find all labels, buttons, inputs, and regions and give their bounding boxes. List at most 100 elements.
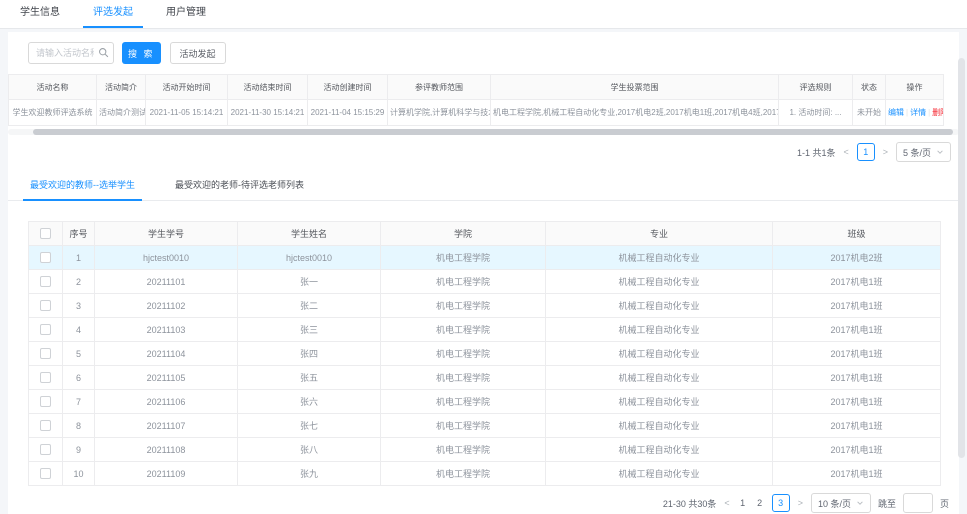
vertical-scrollbar-thumb[interactable] bbox=[958, 58, 965, 458]
cell-class: 2017机电1班 bbox=[773, 390, 941, 414]
tab-elect-students[interactable]: 最受欢迎的教师--选举学生 bbox=[23, 170, 142, 201]
student-table-row[interactable]: 1 hjctest0010 hjctest0010 机电工程学院 机械工程自动化… bbox=[29, 246, 941, 270]
jump-to-label: 跳至 bbox=[878, 497, 896, 510]
page-number-1[interactable]: 1 bbox=[738, 498, 748, 508]
content-card: 搜 索 活动发起 活动名称 活动简介 活动开始时间 活动结束时间 活动创建时间 … bbox=[8, 32, 959, 514]
row-checkbox[interactable] bbox=[40, 324, 51, 335]
page-number-3[interactable]: 3 bbox=[772, 494, 790, 512]
action-separator: | bbox=[906, 108, 908, 117]
cell-college: 机电工程学院 bbox=[381, 390, 546, 414]
tab-candidate-teachers[interactable]: 最受欢迎的老师-待评选老师列表 bbox=[168, 170, 311, 201]
col-student-name: 学生姓名 bbox=[238, 222, 381, 246]
activity-total-text: 1-1 共1条 bbox=[797, 146, 836, 159]
student-table-row[interactable]: 2 20211101 张一 机电工程学院 机械工程自动化专业 2017机电1班 bbox=[29, 270, 941, 294]
cell-checkbox bbox=[29, 318, 63, 342]
next-page-icon[interactable]: > bbox=[797, 498, 804, 508]
cell-major: 机械工程自动化专业 bbox=[546, 438, 773, 462]
activity-row[interactable]: 学生欢迎教师评选系统 活动简介测试 2021-11-05 15:14:21 20… bbox=[9, 100, 944, 126]
cell-seq: 4 bbox=[63, 318, 95, 342]
next-page-icon[interactable]: > bbox=[882, 147, 889, 157]
cell-class: 2017机电1班 bbox=[773, 270, 941, 294]
action-separator: | bbox=[928, 108, 930, 117]
cell-seq: 5 bbox=[63, 342, 95, 366]
prev-page-icon[interactable]: < bbox=[723, 498, 730, 508]
select-all-checkbox[interactable] bbox=[40, 228, 51, 239]
tab-user-management[interactable]: 用户管理 bbox=[156, 0, 216, 28]
col-teacher-scope: 参评教师范围 bbox=[388, 75, 491, 100]
row-checkbox[interactable] bbox=[40, 300, 51, 311]
cell-student-name: 张五 bbox=[238, 366, 381, 390]
col-status: 状态 bbox=[853, 75, 886, 100]
activity-pagination: 1-1 共1条 < 1 > 5 条/页 bbox=[8, 142, 951, 162]
student-table-row[interactable]: 7 20211106 张六 机电工程学院 机械工程自动化专业 2017机电1班 bbox=[29, 390, 941, 414]
cell-major: 机械工程自动化专业 bbox=[546, 366, 773, 390]
row-checkbox[interactable] bbox=[40, 396, 51, 407]
student-table-row[interactable]: 5 20211104 张四 机电工程学院 机械工程自动化专业 2017机电1班 bbox=[29, 342, 941, 366]
tab-student-info[interactable]: 学生信息 bbox=[10, 0, 70, 28]
row-checkbox[interactable] bbox=[40, 348, 51, 359]
launch-activity-button[interactable]: 活动发起 bbox=[170, 42, 226, 64]
cell-status: 未开始 bbox=[853, 100, 886, 126]
row-checkbox[interactable] bbox=[40, 444, 51, 455]
cell-college: 机电工程学院 bbox=[381, 246, 546, 270]
cell-major: 机械工程自动化专业 bbox=[546, 390, 773, 414]
cell-student-name: 张九 bbox=[238, 462, 381, 486]
cell-end-time: 2021-11-30 15:14:21 bbox=[228, 100, 308, 126]
cell-college: 机电工程学院 bbox=[381, 318, 546, 342]
cell-student-id: 20211109 bbox=[95, 462, 238, 486]
cell-student-scope: 机电工程学院,机械工程自动化专业,2017机电2班,2017机电1班,2017机… bbox=[491, 100, 779, 126]
cell-class: 2017机电1班 bbox=[773, 318, 941, 342]
student-table-row[interactable]: 8 20211107 张七 机电工程学院 机械工程自动化专业 2017机电1班 bbox=[29, 414, 941, 438]
cell-major: 机械工程自动化专业 bbox=[546, 318, 773, 342]
cell-student-id: 20211107 bbox=[95, 414, 238, 438]
delete-link[interactable]: 删除 bbox=[932, 108, 943, 117]
page-jump-input[interactable] bbox=[903, 493, 933, 513]
top-tab-bar: 学生信息 评选发起 用户管理 bbox=[0, 0, 967, 29]
activity-table: 活动名称 活动简介 活动开始时间 活动结束时间 活动创建时间 参评教师范围 学生… bbox=[8, 74, 944, 126]
cell-seq: 10 bbox=[63, 462, 95, 486]
search-button[interactable]: 搜 索 bbox=[122, 42, 161, 64]
row-checkbox[interactable] bbox=[40, 420, 51, 431]
page-number-2[interactable]: 2 bbox=[755, 498, 765, 508]
cell-student-name: 张八 bbox=[238, 438, 381, 462]
page-size-value: 10 条/页 bbox=[818, 497, 851, 510]
student-table-body: 1 hjctest0010 hjctest0010 机电工程学院 机械工程自动化… bbox=[29, 246, 941, 486]
student-table-row[interactable]: 6 20211105 张五 机电工程学院 机械工程自动化专业 2017机电1班 bbox=[29, 366, 941, 390]
chevron-down-icon bbox=[856, 499, 864, 507]
page-size-value: 5 条/页 bbox=[903, 146, 931, 159]
cell-student-id: 20211108 bbox=[95, 438, 238, 462]
page-size-select[interactable]: 5 条/页 bbox=[896, 142, 951, 162]
cell-college: 机电工程学院 bbox=[381, 462, 546, 486]
cell-student-id: 20211101 bbox=[95, 270, 238, 294]
col-actions: 操作 bbox=[886, 75, 944, 100]
page-word-label: 页 bbox=[940, 497, 949, 510]
student-table-row[interactable]: 4 20211103 张三 机电工程学院 机械工程自动化专业 2017机电1班 bbox=[29, 318, 941, 342]
student-table-row[interactable]: 10 20211109 张九 机电工程学院 机械工程自动化专业 2017机电1班 bbox=[29, 462, 941, 486]
row-checkbox[interactable] bbox=[40, 372, 51, 383]
cell-college: 机电工程学院 bbox=[381, 414, 546, 438]
page-size-select[interactable]: 10 条/页 bbox=[811, 493, 871, 513]
tab-election-launch[interactable]: 评选发起 bbox=[83, 0, 143, 28]
row-checkbox[interactable] bbox=[40, 252, 51, 263]
page-number-1[interactable]: 1 bbox=[857, 143, 875, 161]
cell-class: 2017机电1班 bbox=[773, 438, 941, 462]
cell-major: 机械工程自动化专业 bbox=[546, 342, 773, 366]
row-checkbox[interactable] bbox=[40, 468, 51, 479]
detail-link[interactable]: 详情 bbox=[910, 108, 926, 117]
student-table-row[interactable]: 3 20211102 张二 机电工程学院 机械工程自动化专业 2017机电1班 bbox=[29, 294, 941, 318]
cell-class: 2017机电1班 bbox=[773, 342, 941, 366]
row-checkbox[interactable] bbox=[40, 276, 51, 287]
student-table-header-row: 序号 学生学号 学生姓名 学院 专业 班级 bbox=[29, 222, 941, 246]
col-student-scope: 学生投票范围 bbox=[491, 75, 779, 100]
search-icon bbox=[98, 47, 109, 58]
horizontal-scrollbar-thumb[interactable] bbox=[33, 129, 953, 135]
activity-table-header-row: 活动名称 活动简介 活动开始时间 活动结束时间 活动创建时间 参评教师范围 学生… bbox=[9, 75, 944, 100]
cell-seq: 1 bbox=[63, 246, 95, 270]
edit-link[interactable]: 编辑 bbox=[888, 108, 904, 117]
cell-major: 机械工程自动化专业 bbox=[546, 462, 773, 486]
prev-page-icon[interactable]: < bbox=[842, 147, 849, 157]
cell-student-name: 张四 bbox=[238, 342, 381, 366]
student-table-row[interactable]: 9 20211108 张八 机电工程学院 机械工程自动化专业 2017机电1班 bbox=[29, 438, 941, 462]
cell-student-id: 20211102 bbox=[95, 294, 238, 318]
cell-checkbox bbox=[29, 246, 63, 270]
